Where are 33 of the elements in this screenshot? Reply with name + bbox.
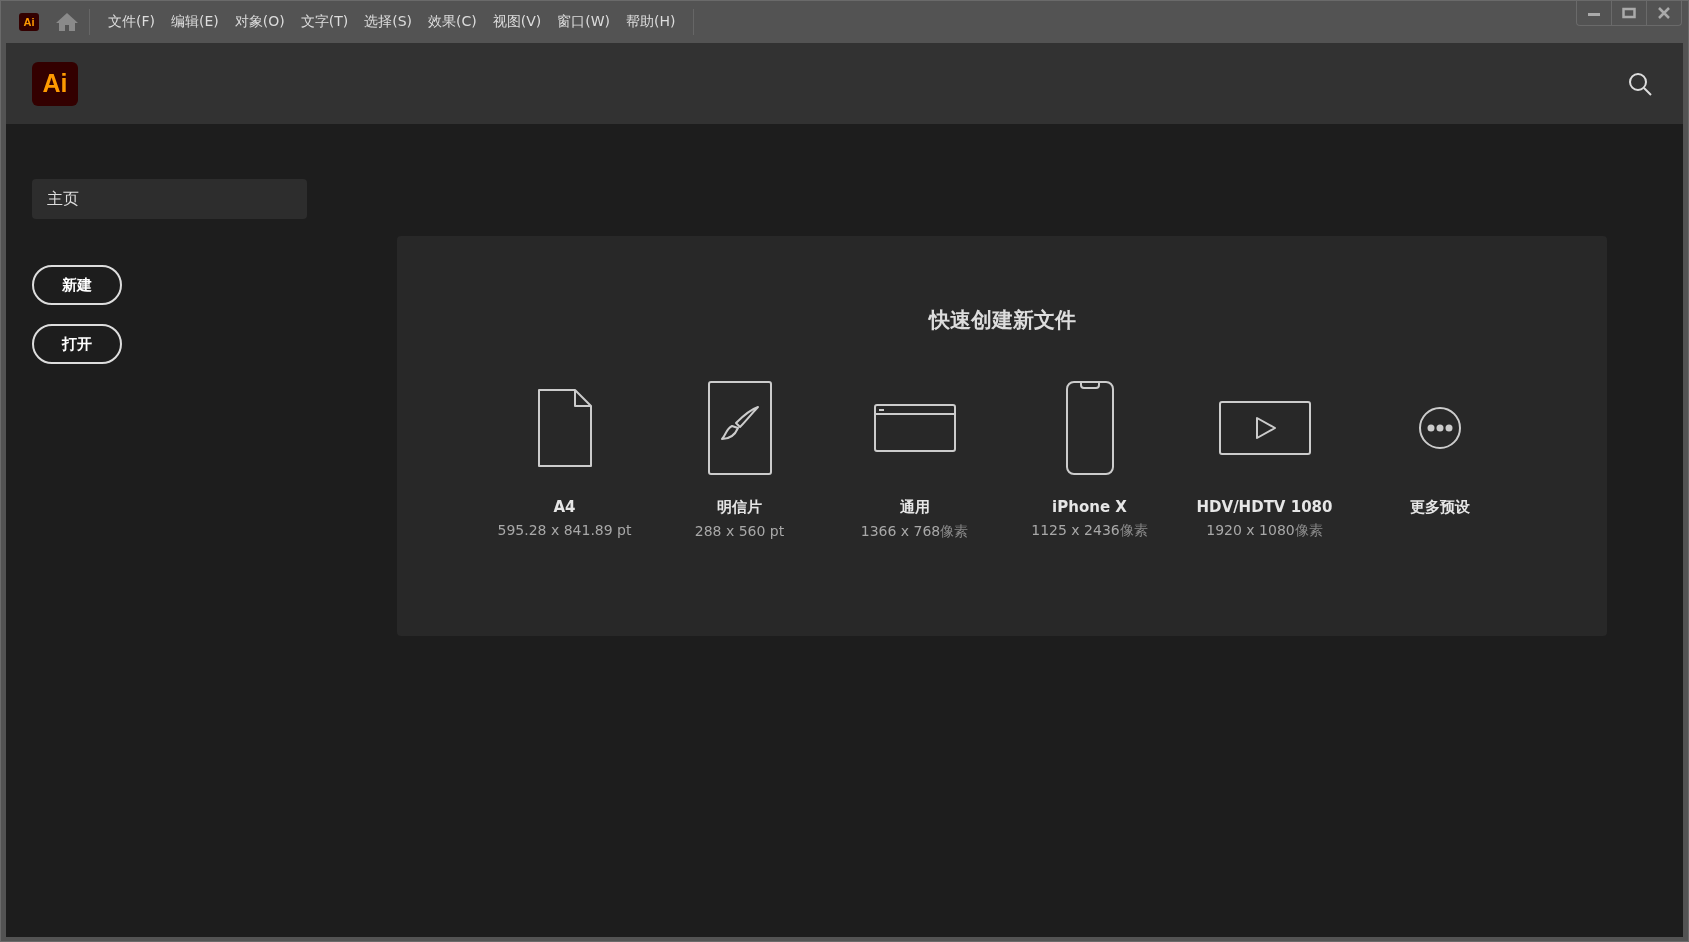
- preset-name[interactable]: 更多预设: [1409, 498, 1470, 517]
- app-logo: Ai: [32, 61, 78, 106]
- document-icon[interactable]: [536, 388, 593, 468]
- menu-item[interactable]: 帮助(H): [618, 13, 684, 31]
- browser-window-icon[interactable]: [873, 404, 956, 452]
- menu-item[interactable]: 编辑(E): [163, 13, 227, 31]
- menu-item[interactable]: 文字(T): [292, 13, 357, 31]
- sidebar-item[interactable]: 主页: [32, 179, 307, 219]
- sidebar-button[interactable]: 新建: [32, 265, 122, 305]
- preset-name[interactable]: iPhone X: [1052, 498, 1127, 516]
- preset-name[interactable]: HDV/HDTV 1080: [1196, 498, 1333, 516]
- preset-name[interactable]: 明信片: [717, 498, 762, 517]
- menu-item[interactable]: 效果(C): [420, 13, 485, 31]
- preset-name[interactable]: 通用: [899, 498, 930, 517]
- sidebar-button[interactable]: 打开: [32, 324, 122, 364]
- card-title: 快速创建新文件: [928, 307, 1076, 334]
- menu-item[interactable]: 窗口(W): [549, 13, 618, 31]
- preset-size: 288 x 560 pt: [694, 523, 785, 539]
- more-icon[interactable]: [1417, 406, 1462, 450]
- preset-size: 595.28 x 841.89 pt: [497, 522, 632, 538]
- video-play-icon[interactable]: [1218, 401, 1311, 455]
- menu-item[interactable]: 视图(V): [484, 13, 550, 31]
- menu-item[interactable]: 文件(F): [100, 13, 163, 31]
- app-logo-icon: Ai: [19, 13, 39, 31]
- preset-size: 1366 x 768像素: [860, 523, 969, 541]
- search-icon[interactable]: [1627, 70, 1653, 97]
- brush-card-icon[interactable]: [707, 381, 772, 475]
- menu-item[interactable]: 选择(S): [356, 13, 420, 31]
- preset-name[interactable]: A4: [553, 498, 576, 516]
- menu-item[interactable]: 对象(O): [226, 13, 293, 31]
- preset-size: 1125 x 2436像素: [1031, 522, 1148, 540]
- preset-size: 1920 x 1080像素: [1206, 522, 1323, 540]
- phone-icon[interactable]: [1065, 381, 1114, 475]
